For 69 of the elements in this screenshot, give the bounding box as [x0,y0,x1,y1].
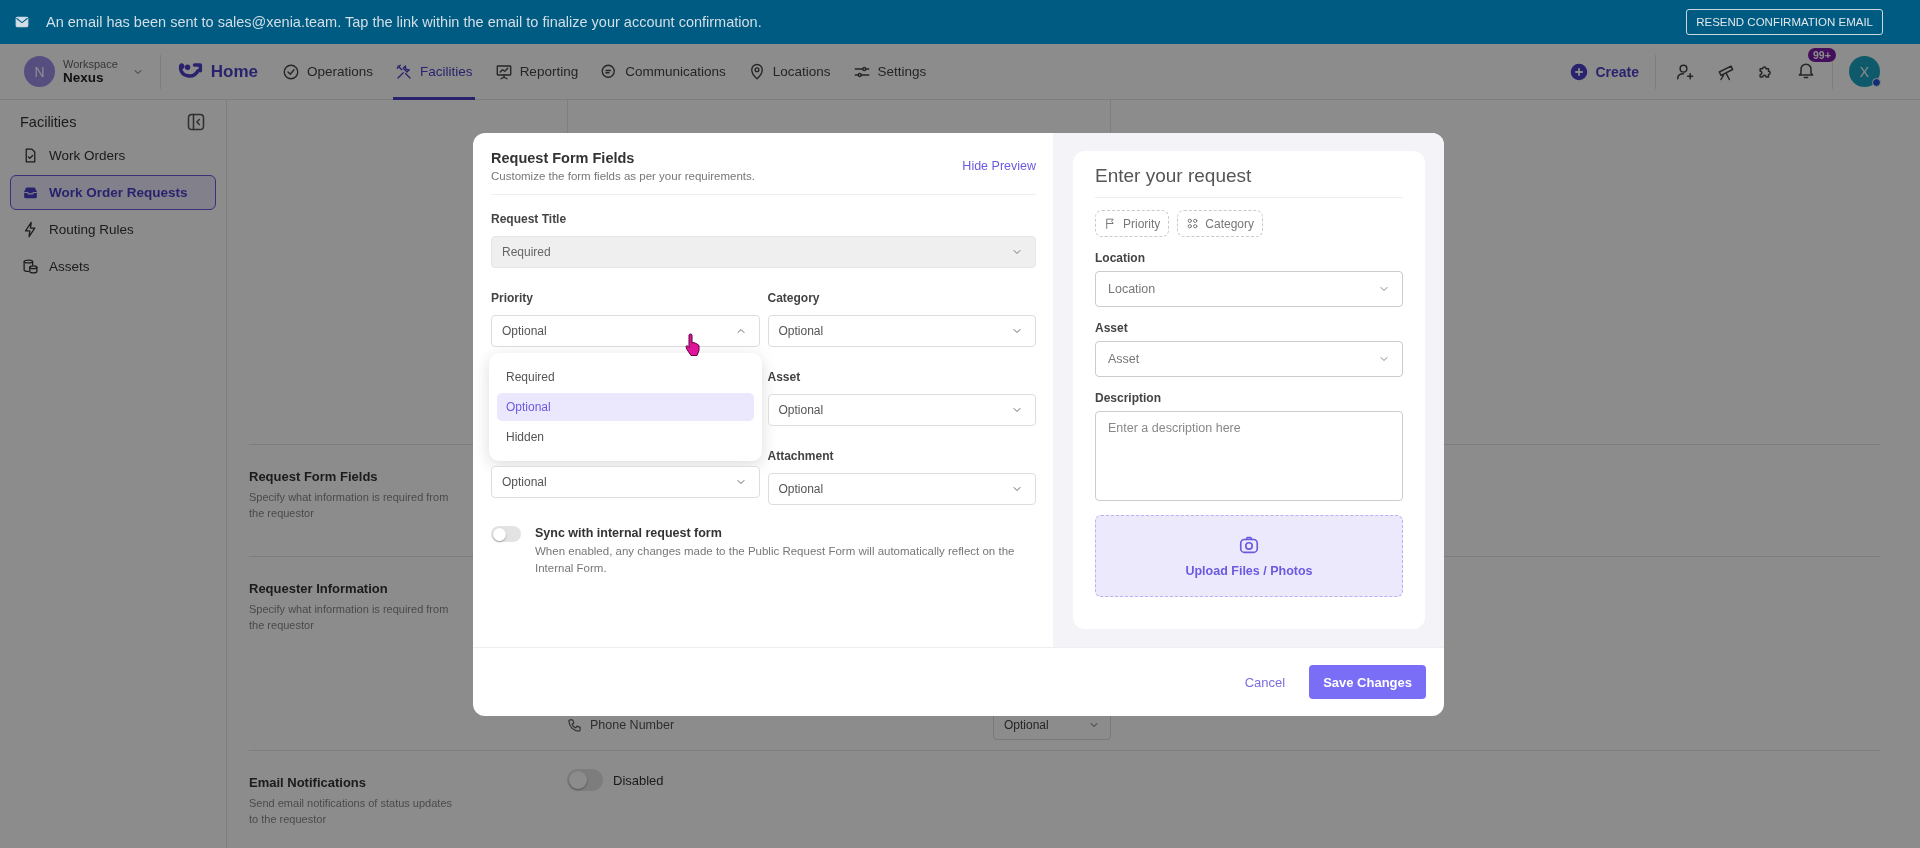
upload-area[interactable]: Upload Files / Photos [1095,515,1403,597]
home-link[interactable]: Home [210,61,259,82]
select-field[interactable]: Asset [1095,341,1403,377]
user-avatar[interactable]: X [1849,56,1880,87]
select-field[interactable]: Optional [767,394,1036,426]
flag-icon [1104,217,1117,230]
sidebar-title: Facilities [20,114,77,130]
toggle-description: When enabled, any changes made to the Public Request Form will automatically reflect on the Internal Form. [535,544,1016,577]
toggle-switch[interactable] [567,769,603,791]
nav-tab[interactable]: Reporting [492,43,581,100]
field-label: Asset [1095,321,1129,335]
field-label: Attachment [767,449,835,463]
check-circle-icon [282,62,301,81]
nav-tab[interactable]: Communications [598,43,728,100]
sidebar-collapse-icon [186,112,206,132]
banner-message: An email has been sent to sales@xenia.team. Tap the link within the email to finalize your account confirmation. [46,14,763,30]
field-label: Description [1095,391,1162,405]
preview-title: Enter your request [1095,165,1403,198]
preview-chip[interactable]: Category [1177,210,1264,237]
toggle-label: Sync with internal request form [535,526,723,540]
field-label: Priority [491,291,534,305]
section-description: Send email notifications of status updates to the requestor [249,796,453,827]
modal-subtitle: Customize the form fields as per your requirements. [491,170,755,182]
workspace-name[interactable]: Nexus [63,70,118,85]
mail-icon [15,15,29,29]
description-field[interactable]: Enter a description here [1095,411,1403,501]
modal-title: Request Form Fields [491,150,636,166]
section-title: Email Notifications [249,775,367,790]
phone-number-label: Phone Number [567,717,675,733]
resend-button[interactable]: RESEND CONFIRMATION EMAIL [1686,9,1883,35]
select-field[interactable]: Location [1095,271,1403,307]
workspace-label: Workspace [63,58,118,70]
field-label: Request Title [491,212,568,226]
select-field[interactable]: Optional [491,315,760,347]
dropdown-option[interactable]: Required [497,363,754,391]
grid-icon [1186,217,1200,230]
cancel-button[interactable]: Cancel [1238,673,1292,691]
camera-icon [1238,534,1260,556]
save-changes-button[interactable]: Save Changes [1309,665,1426,699]
field-label: Location [1095,251,1146,265]
select-field[interactable]: Optional [767,315,1036,347]
toggle-switch[interactable] [491,526,521,542]
hand-cursor-icon [684,333,702,357]
nav-tab[interactable]: Operations [280,43,376,100]
database-icon [22,258,39,275]
hide-preview-link[interactable]: Hide Preview [962,159,1036,173]
sidebar-item[interactable]: Routing Rules [10,212,216,247]
sidebar-item[interactable]: Work Orders [10,138,216,173]
nav-tab[interactable]: Settings [850,43,929,100]
dropdown-option[interactable]: Optional [497,393,754,421]
sidebar-item[interactable]: Assets [10,249,216,284]
create-button[interactable]: Create [1564,61,1645,82]
notification-badge: 99+ [1808,47,1836,62]
nav-tab[interactable]: Facilities [393,43,475,100]
field-label: Asset [767,370,802,384]
presentation-icon [494,62,513,81]
nav-tab[interactable]: Locations [745,43,833,100]
section-title: Requester Information [249,581,388,596]
sidebar-item[interactable]: Work Order Requests [10,175,216,210]
phone-icon [567,717,582,733]
preview-chip[interactable]: Priority [1095,210,1170,237]
section-title: Request Form Fields [249,469,378,484]
select-field[interactable]: Optional [491,466,760,498]
dropdown-option[interactable]: Hidden [497,423,754,451]
select-field[interactable]: Optional [767,473,1036,505]
plus-circle-icon [1570,62,1589,81]
collapse-sidebar-button[interactable] [186,112,206,132]
field-label: Category [767,291,821,305]
toggle-label: Disabled [613,772,664,788]
